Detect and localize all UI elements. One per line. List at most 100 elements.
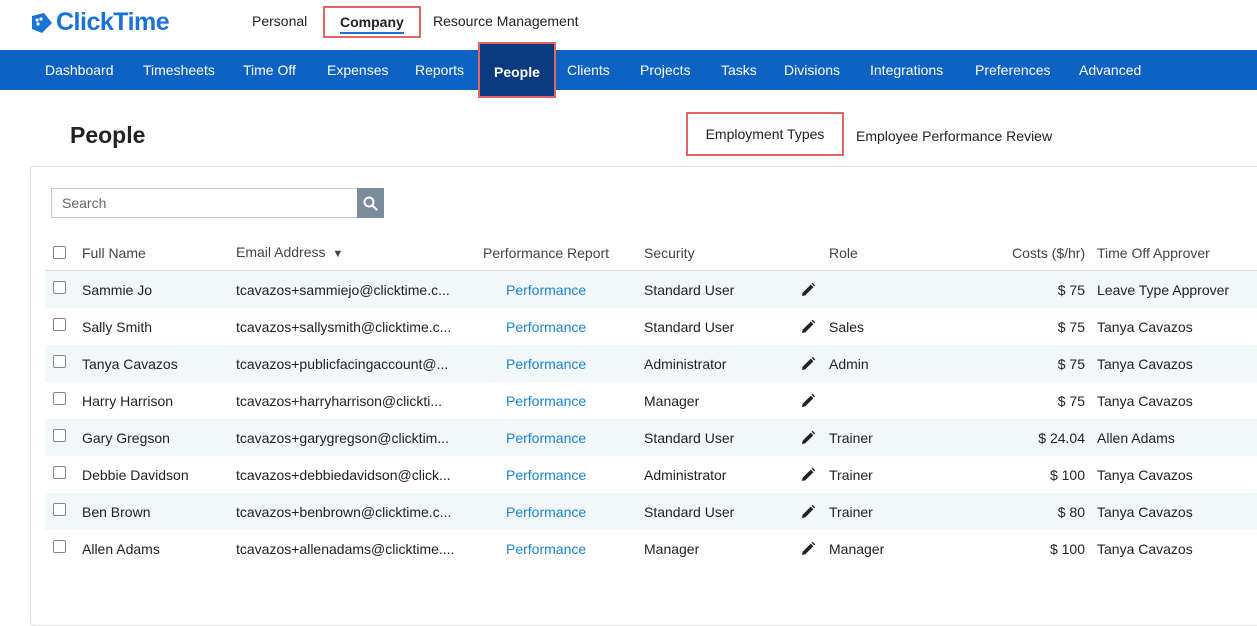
- nav-dashboard[interactable]: Dashboard: [45, 50, 114, 90]
- top-bar: ClickTime Personal Company Resource Mana…: [0, 0, 1257, 50]
- person-name[interactable]: Sally Smith: [82, 319, 152, 335]
- nav-tasks[interactable]: Tasks: [721, 50, 757, 90]
- person-email: tcavazos+debbiedavidson@click...: [236, 467, 451, 483]
- person-role: Sales: [829, 319, 865, 335]
- person-security: Standard User: [644, 504, 735, 520]
- nav-people[interactable]: People: [478, 42, 556, 98]
- brand-name: ClickTime: [56, 8, 170, 36]
- person-name[interactable]: Sammie Jo: [82, 282, 152, 298]
- row-checkbox[interactable]: [53, 355, 66, 368]
- edit-pencil-icon[interactable]: [800, 393, 816, 409]
- nav-projects[interactable]: Projects: [640, 50, 691, 90]
- table-row[interactable]: Allen Adams tcavazos+allenadams@clicktime…: [45, 530, 1257, 567]
- search-bar: [51, 188, 384, 218]
- sort-desc-icon: ▼: [332, 248, 344, 260]
- performance-link[interactable]: Performance: [506, 282, 586, 298]
- row-checkbox[interactable]: [53, 392, 66, 405]
- row-checkbox[interactable]: [53, 540, 66, 553]
- person-time-off-approver: Leave Type Approver: [1097, 282, 1230, 298]
- person-name[interactable]: Gary Gregson: [82, 430, 170, 446]
- person-email: tcavazos+sammiejo@clicktime.c...: [236, 282, 450, 298]
- edit-pencil-icon[interactable]: [800, 467, 816, 483]
- person-email: tcavazos+garygregson@clicktim...: [236, 430, 450, 446]
- edit-pencil-icon[interactable]: [800, 504, 816, 520]
- nav-integrations[interactable]: Integrations: [870, 50, 943, 90]
- nav-clients[interactable]: Clients: [567, 50, 610, 90]
- table-row[interactable]: Ben Brown tcavazos+benbrown@clicktime.c..…: [45, 493, 1257, 530]
- nav-reports[interactable]: Reports: [415, 50, 464, 90]
- person-name[interactable]: Allen Adams: [82, 541, 160, 557]
- table-row[interactable]: Gary Gregson tcavazos+garygregson@clickti…: [45, 419, 1257, 456]
- header-email[interactable]: Email Address ▼: [236, 244, 343, 260]
- person-security: Manager: [644, 541, 700, 557]
- performance-link[interactable]: Performance: [506, 504, 586, 520]
- person-role: Trainer: [829, 467, 873, 483]
- person-name[interactable]: Harry Harrison: [82, 393, 173, 409]
- nav-divisions[interactable]: Divisions: [784, 50, 840, 90]
- search-button[interactable]: [357, 188, 384, 218]
- tab-employee-performance-review[interactable]: Employee Performance Review: [856, 128, 1052, 144]
- person-email: tcavazos+harryharrison@clickti...: [236, 393, 443, 409]
- person-name[interactable]: Ben Brown: [82, 504, 150, 520]
- person-name[interactable]: Debbie Davidson: [82, 467, 189, 483]
- tab-personal[interactable]: Personal: [252, 13, 307, 29]
- performance-link[interactable]: Performance: [506, 541, 586, 557]
- performance-link[interactable]: Performance: [506, 430, 586, 446]
- nav-preferences[interactable]: Preferences: [975, 50, 1050, 90]
- edit-pencil-icon[interactable]: [800, 282, 816, 298]
- edit-pencil-icon[interactable]: [800, 430, 816, 446]
- person-time-off-approver: Allen Adams: [1097, 430, 1175, 446]
- edit-pencil-icon[interactable]: [800, 541, 816, 557]
- header-email-label: Email Address: [236, 244, 326, 260]
- header-role[interactable]: Role: [829, 245, 858, 261]
- clicktime-logo-icon: [32, 12, 52, 33]
- clicktime-logo[interactable]: ClickTime: [30, 8, 170, 37]
- nav-expenses[interactable]: Expenses: [327, 50, 388, 90]
- person-role: Trainer: [829, 504, 873, 520]
- performance-link[interactable]: Performance: [506, 467, 586, 483]
- performance-link[interactable]: Performance: [506, 356, 586, 372]
- header-costs[interactable]: Costs ($/hr): [1012, 245, 1085, 261]
- person-name[interactable]: Tanya Cavazos: [82, 356, 178, 372]
- search-input[interactable]: [51, 188, 357, 218]
- header-time-off-approver[interactable]: Time Off Approver: [1097, 245, 1210, 261]
- tab-resource-management[interactable]: Resource Management: [433, 13, 579, 29]
- person-email: tcavazos+sallysmith@clicktime.c...: [236, 319, 452, 335]
- person-security: Manager: [644, 393, 700, 409]
- table-row[interactable]: Debbie Davidson tcavazos+debbiedavidson@c…: [45, 456, 1257, 493]
- row-checkbox[interactable]: [53, 318, 66, 331]
- table-row[interactable]: Tanya Cavazos tcavazos+publicfacingaccoun…: [45, 345, 1257, 382]
- nav-timesheets[interactable]: Timesheets: [143, 50, 215, 90]
- person-time-off-approver: Tanya Cavazos: [1097, 467, 1193, 483]
- tab-company[interactable]: Company: [323, 6, 421, 38]
- table-row[interactable]: Sammie Jo tcavazos+sammiejo@clicktime.c..…: [45, 271, 1257, 308]
- header-performance-report[interactable]: Performance Report: [483, 245, 609, 261]
- person-time-off-approver: Tanya Cavazos: [1097, 356, 1193, 372]
- table-row[interactable]: Sally Smith tcavazos+sallysmith@clicktime…: [45, 308, 1257, 345]
- person-time-off-approver: Tanya Cavazos: [1097, 541, 1193, 557]
- person-cost: $ 75: [1057, 356, 1085, 372]
- row-checkbox[interactable]: [53, 503, 66, 516]
- nav-advanced[interactable]: Advanced: [1079, 50, 1141, 90]
- performance-link[interactable]: Performance: [506, 319, 586, 335]
- row-checkbox[interactable]: [53, 466, 66, 479]
- person-time-off-approver: Tanya Cavazos: [1097, 504, 1193, 520]
- header-security[interactable]: Security: [644, 245, 695, 261]
- person-security: Standard User: [644, 430, 735, 446]
- select-all-checkbox[interactable]: [53, 246, 66, 259]
- edit-pencil-icon[interactable]: [800, 356, 816, 372]
- row-checkbox[interactable]: [53, 429, 66, 442]
- nav-time-off[interactable]: Time Off: [243, 50, 296, 90]
- person-email: tcavazos+publicfacingaccount@...: [236, 356, 449, 372]
- tab-employment-types[interactable]: Employment Types: [686, 112, 844, 156]
- person-cost: $ 100: [1049, 467, 1085, 483]
- table-row[interactable]: Harry Harrison tcavazos+harryharrison@cli…: [45, 382, 1257, 419]
- person-cost: $ 75: [1057, 282, 1085, 298]
- performance-link[interactable]: Performance: [506, 393, 586, 409]
- page-title: People: [70, 122, 146, 148]
- main-nav: Dashboard Timesheets Time Off Expenses R…: [0, 42, 1257, 98]
- edit-pencil-icon[interactable]: [800, 319, 816, 335]
- header-full-name[interactable]: Full Name: [82, 245, 146, 261]
- person-role: Trainer: [829, 430, 873, 446]
- row-checkbox[interactable]: [53, 281, 66, 294]
